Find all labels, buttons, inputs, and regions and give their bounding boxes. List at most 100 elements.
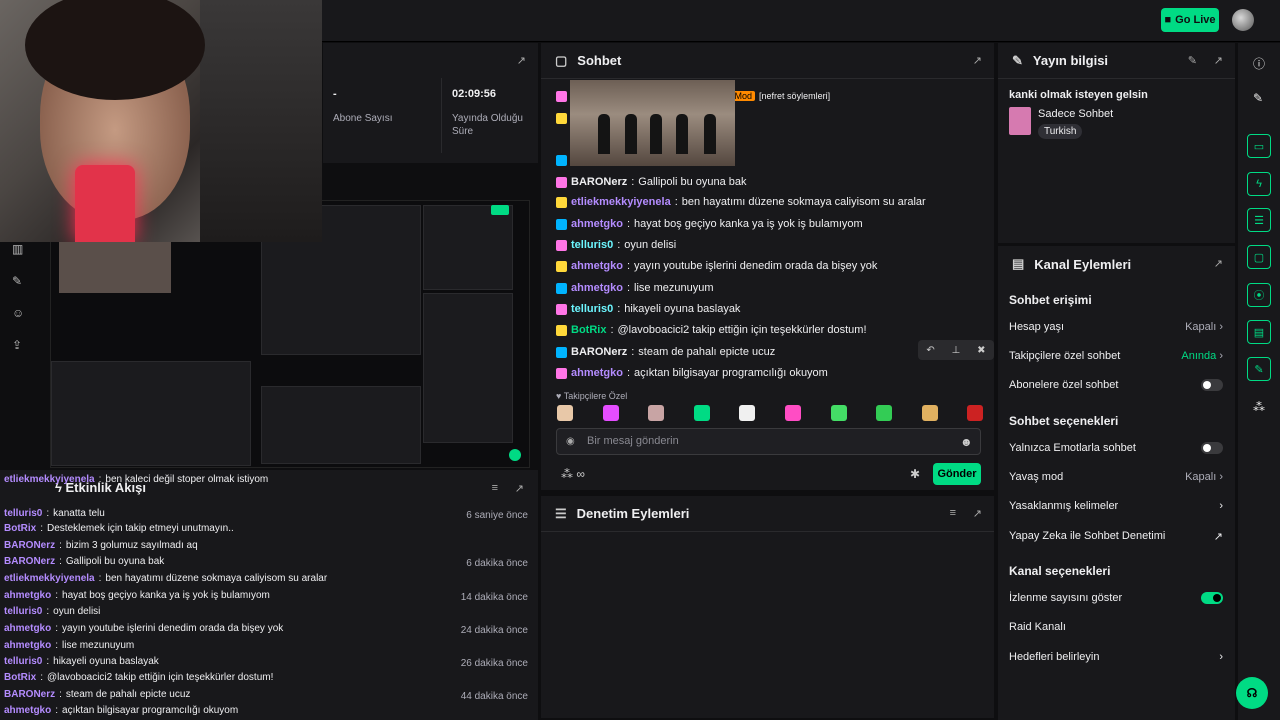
activity-row: etliekmekkyiyenela: ben hayatımı düzene s… bbox=[4, 573, 328, 584]
chat-username[interactable]: etliekmekkyiyenela bbox=[571, 196, 671, 208]
chat-message: etliekmekkyiyenela: ben hayatımı düzene s… bbox=[556, 196, 926, 208]
chat-username[interactable]: BotRix bbox=[571, 324, 606, 336]
activity-username[interactable]: telluris0 bbox=[4, 508, 42, 519]
chat-popout-icon[interactable]: ↗ bbox=[973, 54, 982, 67]
activity-row: ahmetgko: hayat boş geçiyo kanka ya iş yo… bbox=[4, 590, 270, 601]
preview-actions bbox=[423, 293, 513, 443]
banned-words-row[interactable]: Yasaklanmış kelimeler › bbox=[1009, 498, 1223, 514]
category-name[interactable]: Sadece Sohbet bbox=[1038, 108, 1113, 120]
emote-only-toggle[interactable] bbox=[1201, 442, 1223, 454]
activity-username[interactable]: telluris0 bbox=[4, 606, 42, 617]
emote[interactable] bbox=[876, 405, 893, 421]
emote[interactable] bbox=[785, 405, 801, 421]
info-icon[interactable]: ⓘ bbox=[1253, 55, 1265, 72]
filter-icon[interactable]: ≡ bbox=[492, 482, 498, 494]
chat-username[interactable]: BARONerz bbox=[571, 346, 627, 358]
chat-username[interactable]: telluris0 bbox=[571, 239, 613, 251]
figure-4 bbox=[676, 114, 688, 154]
activity-username[interactable]: telluris0 bbox=[4, 656, 42, 667]
emote[interactable] bbox=[602, 405, 619, 421]
edit-icon[interactable]: ✎ bbox=[1188, 54, 1197, 67]
activity-username[interactable]: BARONerz bbox=[4, 556, 55, 567]
card-icon[interactable]: ▤ bbox=[1247, 320, 1271, 344]
broadcast-icon[interactable]: ⦿ bbox=[1247, 283, 1271, 307]
input-emote-icon[interactable]: ◉ bbox=[566, 436, 575, 447]
activity-username[interactable]: BotRix bbox=[4, 523, 36, 534]
layout-icon[interactable]: ▭ bbox=[1247, 134, 1271, 158]
activity-username[interactable]: ahmetgko bbox=[4, 705, 51, 716]
followers-only-row[interactable]: Takipçilere özel sohbet Anında › bbox=[1009, 348, 1223, 364]
settings-icon[interactable]: ✱ bbox=[910, 467, 920, 481]
raid-row[interactable]: Raid Kanalı bbox=[1009, 619, 1223, 635]
emote[interactable] bbox=[967, 405, 984, 421]
chat-username[interactable]: ahmetgko bbox=[571, 218, 623, 230]
actions-popout-icon[interactable]: ↗ bbox=[1214, 257, 1223, 270]
pencil-icon[interactable]: ✎ bbox=[1253, 91, 1263, 105]
activity-popout-icon[interactable]: ↗ bbox=[515, 482, 524, 495]
chat-icon[interactable]: ▢ bbox=[1247, 245, 1271, 269]
chat-username[interactable]: ahmetgko bbox=[571, 367, 623, 379]
moderation-popout-icon[interactable]: ↗ bbox=[973, 507, 982, 520]
activity-username[interactable]: ahmetgko bbox=[4, 590, 51, 601]
activity-username[interactable]: ahmetgko bbox=[4, 640, 51, 651]
activity-time: 6 saniye önce bbox=[466, 510, 528, 521]
send-button[interactable]: Gönder bbox=[933, 463, 981, 485]
wrench-icon[interactable]: ✎ bbox=[1247, 357, 1271, 381]
chat-options-heading: Sohbet seçenekleri bbox=[1009, 414, 1119, 428]
chevron-right-icon: › bbox=[1219, 500, 1223, 512]
wrench-icon[interactable]: ✎ bbox=[12, 274, 26, 288]
chat-text: hayat boş geçiyo kanka ya iş yok iş bula… bbox=[634, 218, 863, 230]
info-popout-icon[interactable]: ↗ bbox=[1214, 54, 1223, 67]
slow-mode-row[interactable]: Yavaş mod Kapalı › bbox=[1009, 469, 1223, 485]
emote[interactable] bbox=[830, 405, 847, 421]
emote[interactable] bbox=[693, 405, 710, 421]
emote[interactable] bbox=[921, 405, 938, 421]
pin-icon[interactable]: ⊥ bbox=[952, 345, 961, 356]
badge-icon bbox=[556, 260, 567, 272]
emote-label: ♥ Takipçilere Özel bbox=[556, 391, 628, 401]
activity-row: BARONerz: steam de pahalı epicte ucuz bbox=[4, 689, 191, 700]
user-avatar[interactable] bbox=[1232, 9, 1254, 31]
headset-icon: ☊ bbox=[1246, 686, 1258, 700]
reply-icon[interactable]: ↶ bbox=[926, 345, 934, 356]
show-viewers-toggle[interactable] bbox=[1201, 592, 1223, 604]
upload-icon[interactable]: ⇪ bbox=[12, 338, 26, 352]
filter-icon[interactable]: ≡ bbox=[950, 507, 956, 519]
emote[interactable] bbox=[648, 405, 665, 421]
chat-username[interactable]: ahmetgko bbox=[571, 260, 623, 272]
badge-icon bbox=[556, 176, 567, 188]
activity-username[interactable]: BotRix bbox=[4, 672, 36, 683]
list-icon[interactable]: ☰ bbox=[1247, 208, 1271, 232]
video-overlay bbox=[570, 80, 735, 166]
emote[interactable] bbox=[557, 405, 573, 421]
badge-icon bbox=[556, 239, 567, 251]
chair-shape bbox=[200, 0, 322, 242]
activity-username[interactable]: etliekmekkyiyenela bbox=[4, 474, 95, 485]
goals-row[interactable]: Hedefleri belirleyin › bbox=[1009, 649, 1223, 665]
activity-username[interactable]: BARONerz bbox=[4, 540, 55, 551]
chat-input[interactable]: Bir mesaj gönderin bbox=[556, 428, 981, 455]
subs-only-toggle[interactable] bbox=[1201, 379, 1223, 391]
users-icon[interactable]: ☺ bbox=[12, 306, 26, 320]
account-age-row[interactable]: Hesap yaşı Kapalı › bbox=[1009, 319, 1223, 335]
points-icon[interactable]: ⁂ ∞ bbox=[561, 467, 585, 481]
ai-mod-row[interactable]: Yapay Zeka ile Sohbet Denetimi ↗ bbox=[1009, 528, 1223, 544]
activity-username[interactable]: etliekmekkyiyenela bbox=[4, 573, 95, 584]
activity-row: ahmetgko: açıktan bilgisayar programcılığ… bbox=[4, 705, 239, 716]
popout-icon[interactable]: ↗ bbox=[517, 54, 526, 67]
preview-activity bbox=[51, 361, 251, 466]
chat-username[interactable]: ahmetgko bbox=[571, 282, 623, 294]
apps-icon[interactable]: ⁂ bbox=[1253, 400, 1265, 414]
chat-username[interactable]: BARONerz bbox=[571, 176, 627, 188]
delete-icon[interactable]: ✖ bbox=[977, 345, 985, 356]
help-button[interactable]: ☊ bbox=[1236, 677, 1268, 709]
analytics-icon[interactable]: ▥ bbox=[12, 242, 26, 256]
chat-username[interactable]: telluris0 bbox=[571, 303, 613, 315]
language-tag: Turkish bbox=[1038, 124, 1083, 139]
go-live-button[interactable]: ■ Go Live bbox=[1161, 8, 1219, 32]
emoji-icon[interactable]: ☻ bbox=[960, 435, 973, 449]
lightning-icon[interactable]: ϟ bbox=[1247, 172, 1271, 196]
activity-username[interactable]: ahmetgko bbox=[4, 623, 51, 634]
activity-username[interactable]: BARONerz bbox=[4, 689, 55, 700]
emote[interactable] bbox=[739, 405, 756, 421]
